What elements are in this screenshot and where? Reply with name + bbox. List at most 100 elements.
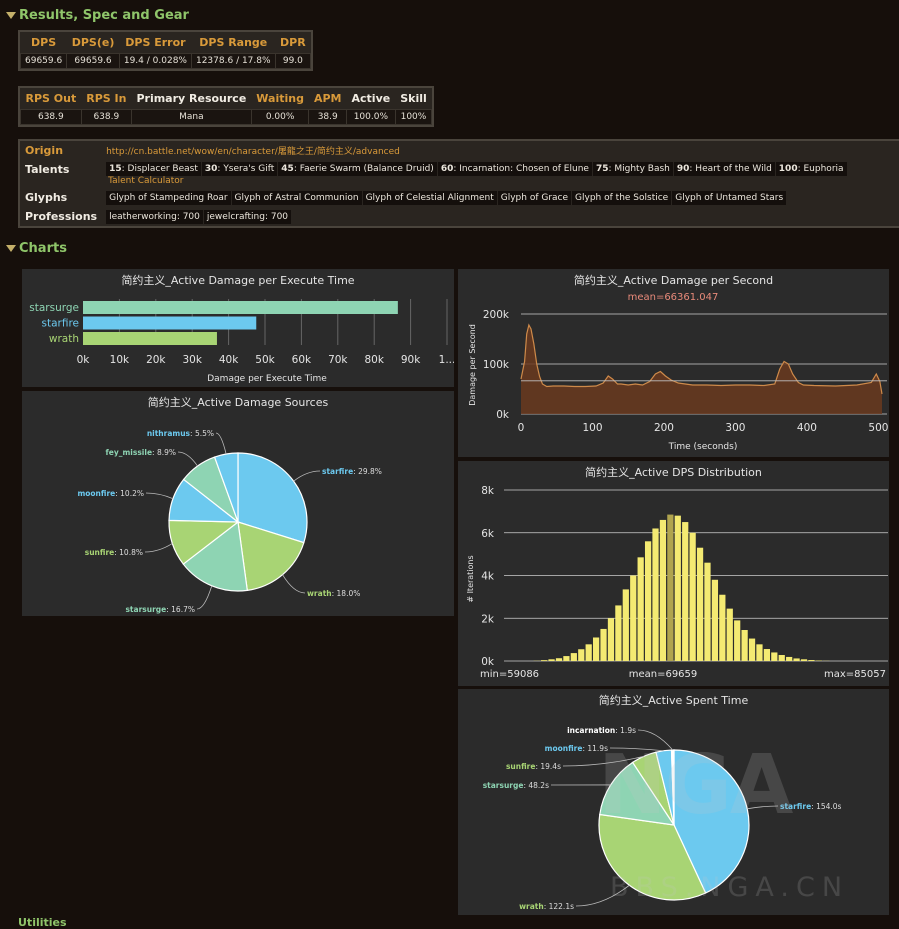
dps-cell-2: 19.4 / 0.028% <box>119 54 191 69</box>
histogram-bar <box>667 515 673 661</box>
rps-cell-2: Mana <box>131 110 251 125</box>
pie-label-name: starfire <box>322 467 353 476</box>
bar-starfire <box>83 317 256 330</box>
section-charts[interactable]: Charts <box>6 241 67 256</box>
glyph-item[interactable]: Glyph of Untamed Stars <box>672 191 786 205</box>
bar-wrath <box>83 332 217 345</box>
pie-label-name: incarnation <box>567 726 615 735</box>
x-axis-label: Damage per Execute Time <box>207 374 327 384</box>
histogram-bar <box>578 649 584 661</box>
y-tick-label: 4k <box>481 571 495 583</box>
y-tick-label: 2k <box>481 613 495 625</box>
dps-table: DPSDPS(e)DPS ErrorDPS RangeDPR 69659.669… <box>18 30 313 71</box>
chart-damage-sources: 简约主义_Active Damage Sources starfire: 29.… <box>22 391 454 616</box>
glyph-item[interactable]: Glyph of Stampeding Roar <box>106 191 230 205</box>
talents-label: Talents <box>20 160 102 188</box>
x-tick-label: 300 <box>725 422 745 434</box>
dps-line <box>521 325 882 394</box>
section-charts-title: Charts <box>19 241 67 256</box>
profession-item: leatherworking: 700 <box>106 210 203 224</box>
y-tick-label: 100k <box>483 359 510 371</box>
talents-list: 15: Displacer Beast30: Ysera's Gift45: F… <box>106 164 847 174</box>
rps-cell-5: 100.0% <box>347 110 396 125</box>
pie-label-sunfire: sunfire: 19.4s <box>506 762 561 771</box>
pie-label-value: : 16.7% <box>166 605 195 614</box>
histogram-bar <box>793 658 799 661</box>
pie-label-wrath: wrath: 18.0% <box>307 589 360 598</box>
table-row: 638.9638.9Mana0.00%38.9100.0%100% <box>21 110 432 125</box>
dps-cell-3: 12378.6 / 17.8% <box>191 54 275 69</box>
talent-level: 30 <box>205 164 218 174</box>
talent-item[interactable]: 15: Displacer Beast <box>106 162 201 176</box>
x-tick-label: 0k <box>77 354 91 366</box>
talent-item[interactable]: 60: Incarnation: Chosen of Elune <box>438 162 592 176</box>
glyph-item[interactable]: Glyph of Grace <box>498 191 571 205</box>
dps-table-header: DPSDPS(e)DPS ErrorDPS RangeDPR <box>21 32 311 54</box>
talent-name: Ysera's Gift <box>223 164 274 174</box>
histogram-bar <box>690 533 696 661</box>
histogram-bar <box>734 620 740 661</box>
dps-cell-1: 69659.6 <box>67 54 120 69</box>
dps-header-3: DPS Range <box>191 32 275 54</box>
histogram-bar <box>742 630 748 661</box>
pie-leader-line <box>283 575 305 593</box>
rps-cell-3: 0.00% <box>251 110 309 125</box>
pie-label-incarnation: incarnation: 1.9s <box>567 726 636 735</box>
histogram-chart: 0k2k4k6k8kmin=59086mean=69659max=85057# … <box>458 461 889 686</box>
dps-header-0: DPS <box>21 32 67 54</box>
x-tick-label: 90k <box>401 354 421 366</box>
histogram-bar <box>548 659 554 661</box>
pie-label-moonfire: moonfire: 10.2% <box>77 489 144 498</box>
rps-cell-4: 38.9 <box>309 110 347 125</box>
pie-leader-line <box>216 433 226 454</box>
histogram-bar <box>697 548 703 661</box>
talent-item[interactable]: 45: Faerie Swarm (Balance Druid) <box>278 162 437 176</box>
pie-label-value: : 10.2% <box>115 489 144 498</box>
pie-label-name: starsurge <box>125 605 166 614</box>
pie-label-value: : 154.0s <box>811 802 841 811</box>
character-info-table: Origin http://cn.battle.net/wow/en/chara… <box>18 139 899 228</box>
section-results[interactable]: Results, Spec and Gear <box>6 8 189 23</box>
histogram-bar <box>615 605 621 661</box>
rps-table-header: RPS OutRPS InPrimary ResourceWaitingAPMA… <box>21 88 432 110</box>
pie-label-fey_missile: fey_missile: 8.9% <box>106 448 177 457</box>
talent-name: Euphoria <box>804 164 844 174</box>
dps-header-4: DPR <box>275 32 311 54</box>
bar-label-wrath: wrath <box>49 333 79 345</box>
professions-label: Professions <box>20 207 102 226</box>
y-tick-label: 8k <box>481 485 495 497</box>
histogram-bar <box>593 637 599 661</box>
pie-label-value: : 122.1s <box>544 902 574 911</box>
y-tick-label: 0k <box>481 656 495 668</box>
glyph-item[interactable]: Glyph of Celestial Alignment <box>363 191 497 205</box>
talent-level: 90 <box>677 164 690 174</box>
talent-item[interactable]: 100: Euphoria <box>776 162 847 176</box>
pie-label-wrath: wrath: 122.1s <box>519 902 574 911</box>
pie-label-name: fey_missile <box>106 448 153 457</box>
pie-label-name: moonfire <box>77 489 115 498</box>
chart-dps-distribution: 简约主义_Active DPS Distribution 0k2k4k6k8km… <box>458 461 889 686</box>
glyph-item[interactable]: Glyph of Astral Communion <box>232 191 362 205</box>
dps-cell-4: 99.0 <box>275 54 311 69</box>
talent-item[interactable]: 90: Heart of the Wild <box>674 162 775 176</box>
triangle-down-icon <box>6 245 16 252</box>
origin-link[interactable]: http://cn.battle.net/wow/en/character/屠龍… <box>106 147 400 157</box>
glyphs-list: Glyph of Stampeding RoarGlyph of Astral … <box>102 188 851 207</box>
histogram-bar <box>645 541 651 661</box>
rps-cell-6: 100% <box>395 110 432 125</box>
origin-label: Origin <box>20 141 102 160</box>
pie-leader-line <box>294 471 320 481</box>
pie-label-name: nithramus <box>147 429 191 438</box>
talent-calculator-link[interactable]: Talent Calculator <box>106 176 847 186</box>
glyph-item[interactable]: Glyph of the Solstice <box>572 191 671 205</box>
histogram-bar <box>808 660 814 661</box>
talent-item[interactable]: 30: Ysera's Gift <box>202 162 277 176</box>
pie-label-value: : 29.8% <box>353 467 382 476</box>
histogram-bar <box>600 629 606 661</box>
talent-item[interactable]: 75: Mighty Bash <box>593 162 673 176</box>
pie-label-value: : 19.4s <box>535 762 561 771</box>
histogram-bar <box>608 618 614 661</box>
chart-damage-per-second: 简约主义_Active Damage per Second 0k100k200k… <box>458 269 889 457</box>
histogram-bar <box>630 576 636 662</box>
rps-header-2: Primary Resource <box>131 88 251 110</box>
